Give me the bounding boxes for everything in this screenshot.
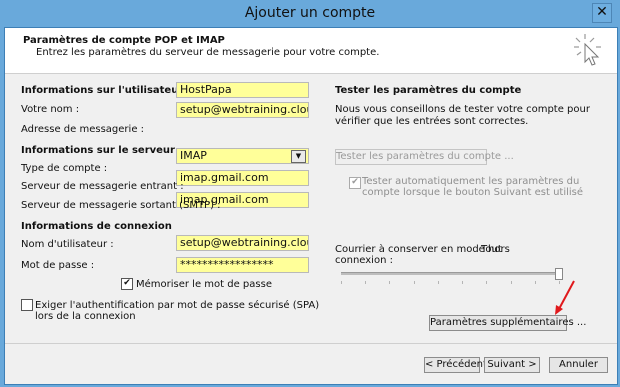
dialog-header: Paramètres de compte POP et IMAP Entrez … <box>5 28 617 74</box>
user-info-heading: Informations sur l'utilisateur <box>21 85 184 96</box>
test-text-line1: Nous vous conseillons de tester votre co… <box>335 104 590 115</box>
username-field[interactable]: setup@webtraining.cloud <box>176 235 309 251</box>
slider-tick <box>389 281 391 284</box>
account-type-select[interactable]: IMAP ▼ <box>176 148 309 164</box>
slider-tick <box>413 281 415 284</box>
chevron-down-icon[interactable]: ▼ <box>291 150 306 163</box>
slider-tick <box>437 281 439 284</box>
spa-label-line1: Exiger l'authentification par mot de pas… <box>35 300 320 311</box>
dialog-window: Ajouter un compte ✕ Paramètres de compte… <box>0 0 620 387</box>
remember-password-checkbox[interactable]: ✔ <box>121 278 133 290</box>
offline-slider-track[interactable] <box>341 272 559 275</box>
previous-button[interactable]: < Précédent <box>424 357 487 373</box>
name-field[interactable]: HostPapa <box>176 82 309 98</box>
username-label: Nom d'utilisateur : <box>21 239 114 250</box>
slider-tick <box>341 281 342 284</box>
test-settings-button[interactable]: Tester les paramètres du compte ... <box>335 149 514 165</box>
email-field[interactable]: setup@webtraining.cloud <box>176 102 309 118</box>
offline-value: Tout <box>481 244 502 255</box>
close-icon[interactable]: ✕ <box>592 3 612 23</box>
slider-tick <box>486 281 488 284</box>
auto-test-checkbox[interactable]: ✔ <box>349 177 361 189</box>
title-bar: Ajouter un compte ✕ <box>0 0 620 27</box>
password-label: Mot de passe : <box>21 260 95 271</box>
auto-test-label-line2: compte lorsque le bouton Suivant est uti… <box>362 187 584 198</box>
slider-tick <box>534 281 536 284</box>
test-text-line2: vérifier que les entrées sont correctes. <box>335 116 529 127</box>
remember-password-label: Mémoriser le mot de passe <box>136 279 272 290</box>
offline-label-line2: connexion : <box>335 255 393 266</box>
test-settings-heading: Tester les paramètres du compte <box>335 85 522 96</box>
spa-label-line2: lors de la connexion <box>35 311 136 322</box>
header-title: Paramètres de compte POP et IMAP <box>23 35 225 46</box>
next-button[interactable]: Suivant > <box>484 357 540 373</box>
account-type-value: IMAP <box>180 149 207 162</box>
email-label: Adresse de messagerie : <box>21 124 145 135</box>
more-settings-button[interactable]: Paramètres supplémentaires ... <box>429 315 586 331</box>
dialog-body: Paramètres de compte POP et IMAP Entrez … <box>4 27 618 385</box>
name-label: Votre nom : <box>21 104 80 115</box>
password-field[interactable]: ***************** <box>176 257 309 273</box>
server-info-heading: Informations sur le serveur <box>21 145 175 156</box>
incoming-server-label: Serveur de messagerie entrant : <box>21 181 184 192</box>
login-info-heading: Informations de connexion <box>21 221 172 232</box>
header-subtitle: Entrez les paramètres du serveur de mess… <box>36 47 380 58</box>
outgoing-server-label: Serveur de messagerie sortant (SMTP) : <box>21 200 221 211</box>
footer-divider <box>5 343 617 344</box>
annotation-arrow-icon <box>555 280 575 315</box>
incoming-server-field[interactable]: imap.gmail.com <box>176 170 309 186</box>
auto-test-label-line1: Tester automatiquement les paramètres du <box>362 176 580 187</box>
account-type-label: Type de compte : <box>21 163 108 174</box>
slider-tick <box>365 281 367 284</box>
window-title: Ajouter un compte <box>244 5 376 21</box>
slider-tick <box>462 281 464 284</box>
spa-checkbox[interactable] <box>21 299 33 311</box>
cursor-click-icon <box>574 34 601 66</box>
slider-tick <box>510 281 512 284</box>
cancel-button[interactable]: Annuler <box>549 357 608 373</box>
